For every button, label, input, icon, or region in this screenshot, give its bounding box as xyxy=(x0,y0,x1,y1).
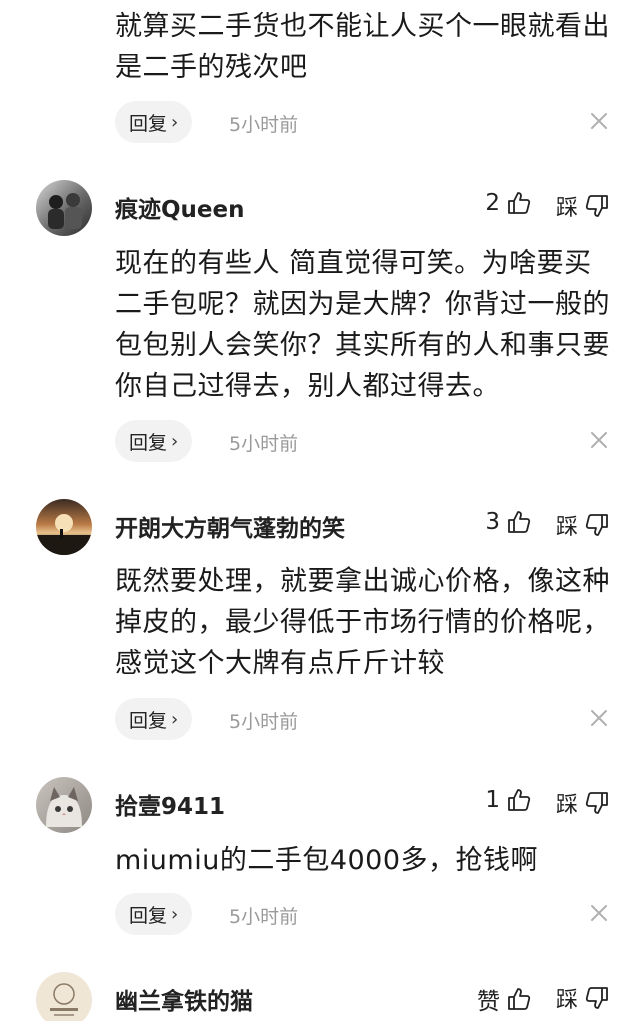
reply-label: 回复 xyxy=(129,431,168,454)
chevron-right-icon: › xyxy=(171,430,179,452)
comment-time: 5小时前 xyxy=(229,711,299,733)
like-button[interactable]: 3 xyxy=(485,509,532,535)
dislike-label: 踩 xyxy=(555,196,578,221)
thumb-up-icon xyxy=(508,789,531,811)
dislike-button[interactable]: 踩 xyxy=(556,509,610,541)
username[interactable]: 幽兰拿铁的猫 xyxy=(115,982,253,1016)
chevron-right-icon: › xyxy=(171,903,179,925)
dislike-button[interactable]: 踩 xyxy=(556,190,610,222)
thumb-down-icon xyxy=(585,514,608,536)
like-count: 1 xyxy=(485,787,500,813)
like-button[interactable]: 2 xyxy=(485,190,532,216)
reply-button[interactable]: 回复 › xyxy=(115,101,193,143)
thumb-up-icon xyxy=(508,511,531,533)
comment-item: 开朗大方朝气蓬勃的笑 3 踩 既然要处理，就要拿出诚心价格，像这种掉皮的，最少得… xyxy=(0,497,640,757)
dislike-button[interactable]: 踩 xyxy=(556,982,610,1014)
like-button[interactable]: 1 xyxy=(485,787,532,813)
dislike-label: 踩 xyxy=(555,793,578,818)
dislike-button[interactable]: 踩 xyxy=(556,787,610,819)
avatar[interactable] xyxy=(36,972,92,1021)
comment-item: 痕迹Queen 2 踩 现在的有些人 简直觉得可笑。为啥要买二手包呢？就因为是大… xyxy=(0,178,640,478)
reply-label: 回复 xyxy=(129,904,168,927)
comment-text: 现在的有些人 简直觉得可笑。为啥要买二手包呢？就因为是大牌？你背过一般的包包别人… xyxy=(115,248,610,402)
dislike-label: 踩 xyxy=(555,515,578,540)
dislike-label: 踩 xyxy=(555,988,578,1013)
reply-button[interactable]: 回复 › xyxy=(115,420,193,462)
comment-item: 幽兰拿铁的猫 赞 踩 xyxy=(0,970,640,1021)
comment-text: miumiu的二手包4000多，抢钱啊 xyxy=(115,845,539,876)
chevron-right-icon: › xyxy=(171,111,179,133)
avatar-image xyxy=(50,983,78,1016)
thumb-up-icon xyxy=(508,192,531,214)
username[interactable]: 开朗大方朝气蓬勃的笑 xyxy=(115,509,345,543)
avatar[interactable] xyxy=(36,180,92,236)
reply-button[interactable]: 回复 › xyxy=(115,698,193,740)
like-count: 2 xyxy=(485,190,500,216)
thumb-up-icon xyxy=(508,988,531,1010)
avatar-image xyxy=(36,514,92,555)
avatar-image xyxy=(46,787,82,827)
comment-item: 就算买二手货也不能让人买个一眼就看出是二手的残次吧 回复 › 5小时前 xyxy=(0,0,640,160)
avatar[interactable] xyxy=(36,777,92,833)
comment-time: 5小时前 xyxy=(229,433,299,455)
comment-time: 5小时前 xyxy=(229,114,299,136)
comment-time: 5小时前 xyxy=(229,906,299,928)
like-button[interactable]: 赞 xyxy=(477,982,532,1016)
comment-meta: 回复 › 5小时前 xyxy=(115,420,610,462)
comment-meta: 回复 › 5小时前 xyxy=(115,101,610,143)
thumb-down-icon xyxy=(585,792,608,814)
comment-meta: 回复 › 5小时前 xyxy=(115,893,610,935)
close-icon[interactable] xyxy=(588,110,610,132)
avatar[interactable] xyxy=(36,499,92,555)
thumb-down-icon xyxy=(585,987,608,1009)
avatar-image xyxy=(48,193,82,229)
username[interactable]: 拾壹9411 xyxy=(115,787,225,821)
like-count: 3 xyxy=(485,509,500,535)
close-icon[interactable] xyxy=(588,902,610,924)
thumb-down-icon xyxy=(585,195,608,217)
reply-label: 回复 xyxy=(129,709,168,732)
comment-text: 既然要处理，就要拿出诚心价格，像这种掉皮的，最少得低于市场行情的价格呢，感觉这个… xyxy=(115,566,610,679)
like-label: 赞 xyxy=(477,989,500,1015)
comment-meta: 回复 › 5小时前 xyxy=(115,698,610,740)
reply-label: 回复 xyxy=(129,112,168,135)
close-icon[interactable] xyxy=(588,707,610,729)
comment-item: 拾壹9411 1 踩 miumiu的二手包4000多，抢钱啊 回复 › 5小时前 xyxy=(0,775,640,945)
close-icon[interactable] xyxy=(588,429,610,451)
comment-feed: 就算买二手货也不能让人买个一眼就看出是二手的残次吧 回复 › 5小时前 痕迹Qu… xyxy=(0,0,640,1021)
comment-text: 就算买二手货也不能让人买个一眼就看出是二手的残次吧 xyxy=(115,11,610,83)
chevron-right-icon: › xyxy=(171,708,179,730)
reply-button[interactable]: 回复 › xyxy=(115,893,193,935)
username[interactable]: 痕迹Queen xyxy=(115,190,245,224)
